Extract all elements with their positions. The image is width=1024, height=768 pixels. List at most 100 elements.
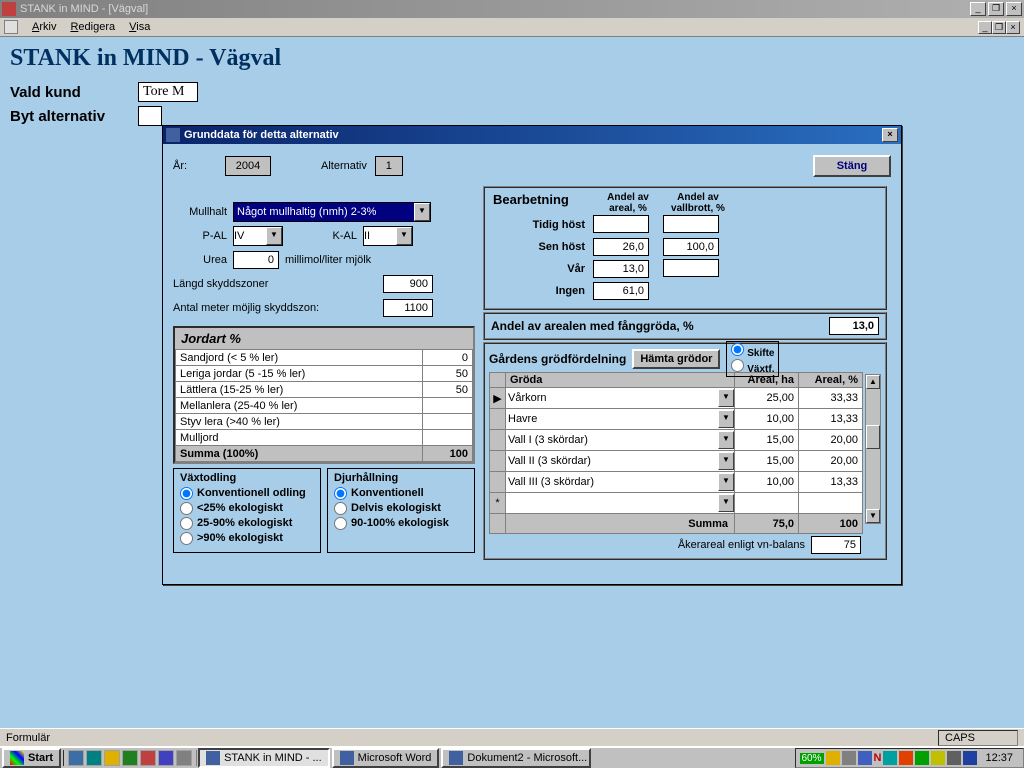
tray-icon[interactable] [931,751,945,765]
row-selector[interactable] [490,409,506,430]
tray-icon[interactable] [858,751,872,765]
ql-icon[interactable] [176,750,192,766]
jordart-name: Mulljord [176,430,423,446]
menu-redigera[interactable]: Redigera [64,19,121,35]
urea-input[interactable]: 0 [233,251,279,269]
doc-close-button[interactable]: × [1006,21,1020,34]
jordart-value[interactable] [423,414,473,430]
vald-kund-field[interactable]: Tore M [138,82,198,102]
tray-icon[interactable] [826,751,840,765]
tray-icon[interactable] [883,751,897,765]
tray-icon[interactable] [963,751,977,765]
new-row-marker[interactable]: * [490,493,506,514]
fanggroda-input[interactable]: 13,0 [829,317,879,335]
bearb-a[interactable]: 61,0 [593,282,649,300]
bearb-a[interactable] [593,215,649,233]
tray-icon[interactable] [947,751,961,765]
ql-icon[interactable] [86,750,102,766]
vaxt-option[interactable]: >90% ekologiskt [180,531,314,546]
crop-pct[interactable]: 13,33 [799,472,863,493]
jordart-value[interactable]: 50 [423,382,473,398]
crop-pct[interactable]: 20,00 [799,430,863,451]
taskbar-item[interactable]: Microsoft Word [332,748,440,768]
vaxtodling-group: Växtodling Konventionell odling<25% ekol… [173,468,321,553]
tray-icon[interactable] [842,751,856,765]
doc-minimize-button[interactable]: _ [978,21,992,34]
menu-arkiv[interactable]: AArkivrkiv [26,19,62,35]
ql-icon[interactable] [122,750,138,766]
row-selector[interactable]: ▶ [490,388,506,409]
djur-option[interactable]: Delvis ekologiskt [334,501,468,516]
tray-icon[interactable]: N [874,752,882,764]
akerareal-input[interactable]: 75 [811,536,861,554]
clock[interactable]: 12:37 [979,752,1019,764]
stang-button[interactable]: Stäng [813,155,891,177]
scroll-down-icon[interactable]: ▼ [866,509,880,523]
app-title: STANK in MIND - [Vägval] [20,3,148,15]
bearb-b[interactable] [663,215,719,233]
row-selector[interactable] [490,451,506,472]
crop-ha[interactable]: 10,00 [735,472,799,493]
crop-pct[interactable]: 33,33 [799,388,863,409]
hamta-grodor-button[interactable]: Hämta grödor [632,349,720,369]
mullhalt-dropdown[interactable]: Något mullhaltig (nmh) 2-3%▼ [233,202,431,222]
crop-ha[interactable]: 10,00 [735,409,799,430]
tray-percent[interactable]: 60% [800,753,824,764]
crop-pct[interactable]: 13,33 [799,409,863,430]
ql-icon[interactable] [68,750,84,766]
byt-alternativ-field[interactable] [138,106,162,126]
skydd-input[interactable]: 900 [383,275,433,293]
mojlig-input[interactable]: 1100 [383,299,433,317]
jordart-value[interactable] [423,398,473,414]
jordart-value[interactable] [423,430,473,446]
tray-icon[interactable] [899,751,913,765]
dialog-close-button[interactable]: × [882,128,898,142]
doc-restore-button[interactable]: ❐ [992,21,1006,34]
crop-dropdown[interactable]: Vårkorn▼ [506,388,734,408]
crops-scrollbar[interactable]: ▲ ▼ [865,374,881,524]
pal-dropdown[interactable]: IV▼ [233,226,283,246]
chevron-down-icon: ▼ [396,227,412,245]
crop-ha[interactable]: 25,00 [735,388,799,409]
vaxt-option[interactable]: Konventionell odling [180,486,314,501]
crop-pct[interactable]: 20,00 [799,451,863,472]
bearb-b[interactable] [663,259,719,277]
page-title: STANK in MIND - Vägval [0,37,1024,80]
crop-dropdown[interactable]: Vall III (3 skördar)▼ [506,472,734,492]
menu-visa[interactable]: Visa [123,19,156,35]
row-selector[interactable] [490,430,506,451]
crop-dropdown[interactable]: Vall II (3 skördar)▼ [506,451,734,471]
tray-icon[interactable] [915,751,929,765]
doc-icon[interactable] [4,20,18,34]
bearb-a[interactable]: 13,0 [593,260,649,278]
row-selector[interactable] [490,472,506,493]
crop-dropdown[interactable]: Vall I (3 skördar)▼ [506,430,734,450]
taskbar-item[interactable]: Dokument2 - Microsoft... [441,748,591,768]
crop-dropdown[interactable]: Havre▼ [506,409,734,429]
ql-icon[interactable] [158,750,174,766]
ql-icon[interactable] [140,750,156,766]
jordart-value[interactable]: 50 [423,366,473,382]
kal-dropdown[interactable]: II▼ [363,226,413,246]
vaxt-option[interactable]: <25% ekologiskt [180,501,314,516]
crop-ha[interactable]: 15,00 [735,451,799,472]
scroll-thumb[interactable] [866,425,880,449]
jordart-name: Styv lera (>40 % ler) [176,414,423,430]
skifte-radio[interactable]: Skifte [731,348,774,359]
vaxt-option[interactable]: 25-90% ekologiskt [180,516,314,531]
ql-icon[interactable] [104,750,120,766]
start-button[interactable]: Start [2,748,61,768]
scroll-up-icon[interactable]: ▲ [866,375,880,389]
djur-option[interactable]: 90-100% ekologisk [334,516,468,531]
taskbar-item[interactable]: STANK in MIND - ... [198,748,330,768]
dialog-titlebar[interactable]: Grunddata för detta alternativ × [163,126,901,144]
crop-ha[interactable]: 15,00 [735,430,799,451]
crop-dropdown-new[interactable]: ▼ [506,493,734,513]
close-button[interactable]: × [1006,2,1022,16]
jordart-value[interactable]: 0 [423,350,473,366]
minimize-button[interactable]: _ [970,2,986,16]
bearb-b[interactable]: 100,0 [663,238,719,256]
restore-button[interactable]: ❐ [988,2,1004,16]
djur-option[interactable]: Konventionell [334,486,468,501]
bearb-a[interactable]: 26,0 [593,238,649,256]
